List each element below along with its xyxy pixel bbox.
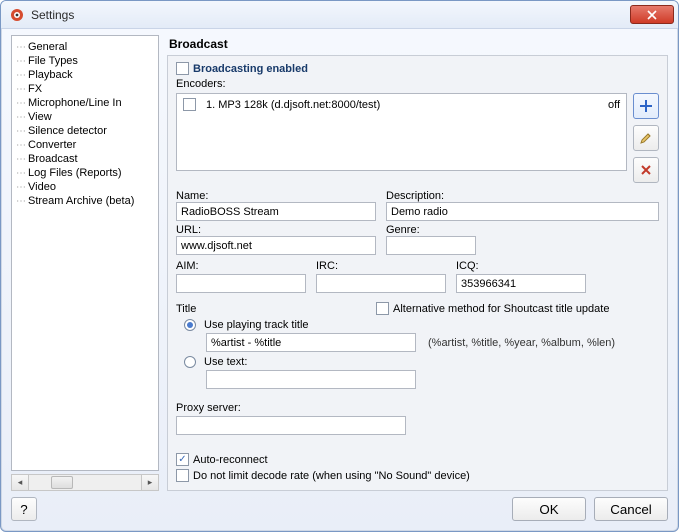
scroll-right-icon[interactable]: ▸ <box>141 475 158 490</box>
category-tree[interactable]: ⋯General ⋯File Types ⋯Playback ⋯FX ⋯Micr… <box>11 35 159 471</box>
delete-encoder-button[interactable] <box>633 157 659 183</box>
sidebar-item-label: Log Files (Reports) <box>28 167 122 179</box>
tree-leaf-icon: ⋯ <box>16 126 28 137</box>
broadcasting-enabled-label: Broadcasting enabled <box>193 63 308 75</box>
add-encoder-button[interactable] <box>633 93 659 119</box>
name-label: Name: <box>176 190 376 202</box>
irc-input[interactable] <box>316 274 446 293</box>
sidebar-item-label: Converter <box>28 139 76 151</box>
sidebar-item-label: General <box>28 41 67 53</box>
nolimit-label: Do not limit decode rate (when using "No… <box>193 470 470 482</box>
description-input[interactable] <box>386 202 659 221</box>
sidebar-item-converter[interactable]: ⋯Converter <box>14 138 156 152</box>
broadcasting-enabled-checkbox[interactable] <box>176 62 189 75</box>
app-icon <box>9 7 25 23</box>
close-button[interactable] <box>630 5 674 24</box>
content-panel: Broadcast Broadcasting enabled Encoders: <box>167 35 668 491</box>
sidebar-item-fx[interactable]: ⋯FX <box>14 82 156 96</box>
sidebar-item-label: Silence detector <box>28 125 107 137</box>
sidebar-item-playback[interactable]: ⋯Playback <box>14 68 156 82</box>
tree-leaf-icon: ⋯ <box>16 42 28 53</box>
tree-leaf-icon: ⋯ <box>16 84 28 95</box>
sidebar-item-general[interactable]: ⋯General <box>14 40 156 54</box>
sidebar-item-broadcast[interactable]: ⋯Broadcast <box>14 152 156 166</box>
use-track-label: Use playing track title <box>204 319 309 331</box>
genre-input[interactable] <box>386 236 476 255</box>
aim-input[interactable] <box>176 274 306 293</box>
use-track-radio[interactable] <box>184 319 196 331</box>
sidebar-hscroll[interactable]: ◂ ▸ <box>11 474 159 491</box>
track-pattern-hint: (%artist, %title, %year, %album, %len) <box>428 337 615 349</box>
auto-reconnect-label: Auto-reconnect <box>193 454 268 466</box>
sidebar-item-label: File Types <box>28 55 78 67</box>
tree-leaf-icon: ⋯ <box>16 182 28 193</box>
irc-label: IRC: <box>316 260 446 272</box>
help-button[interactable]: ? <box>11 497 37 521</box>
aim-label: AIM: <box>176 260 306 272</box>
auto-reconnect-checkbox[interactable] <box>176 453 189 466</box>
track-pattern-input[interactable] <box>206 333 416 352</box>
scroll-thumb[interactable] <box>51 476 73 489</box>
tree-leaf-icon: ⋯ <box>16 56 28 67</box>
nolimit-checkbox[interactable] <box>176 469 189 482</box>
encoders-list[interactable]: 1. MP3 128k (d.djsoft.net:8000/test) off <box>176 93 627 171</box>
title-heading: Title <box>176 303 376 315</box>
sidebar-item-mic-line-in[interactable]: ⋯Microphone/Line In <box>14 96 156 110</box>
tree-leaf-icon: ⋯ <box>16 112 28 123</box>
scroll-track[interactable] <box>29 475 141 490</box>
sidebar-wrap: ⋯General ⋯File Types ⋯Playback ⋯FX ⋯Micr… <box>11 35 159 491</box>
use-text-radio[interactable] <box>184 356 196 368</box>
encoder-checkbox[interactable] <box>183 98 196 111</box>
ok-button[interactable]: OK <box>512 497 586 521</box>
use-text-input[interactable] <box>206 370 416 389</box>
sidebar-item-video[interactable]: ⋯Video <box>14 180 156 194</box>
tree-leaf-icon: ⋯ <box>16 154 28 165</box>
tree-leaf-icon: ⋯ <box>16 140 28 151</box>
sidebar-item-label: Video <box>28 181 56 193</box>
dialog-body: ⋯General ⋯File Types ⋯Playback ⋯FX ⋯Micr… <box>1 29 678 531</box>
icq-input[interactable] <box>456 274 586 293</box>
broadcast-panel: Broadcasting enabled Encoders: 1. MP3 12… <box>167 55 668 491</box>
tree-leaf-icon: ⋯ <box>16 70 28 81</box>
name-input[interactable] <box>176 202 376 221</box>
sidebar-item-silence-detector[interactable]: ⋯Silence detector <box>14 124 156 138</box>
alt-method-checkbox[interactable] <box>376 302 389 315</box>
dialog-buttons: ? OK Cancel <box>11 497 668 521</box>
sidebar-item-label: Playback <box>28 69 73 81</box>
tree-leaf-icon: ⋯ <box>16 196 28 207</box>
edit-encoder-button[interactable] <box>633 125 659 151</box>
sidebar-item-log-files[interactable]: ⋯Log Files (Reports) <box>14 166 156 180</box>
sidebar-item-file-types[interactable]: ⋯File Types <box>14 54 156 68</box>
alt-method-label: Alternative method for Shoutcast title u… <box>393 303 609 315</box>
encoder-status: off <box>608 99 620 111</box>
encoder-text: 1. MP3 128k (d.djsoft.net:8000/test) <box>206 99 380 111</box>
encoders-label: Encoders: <box>176 78 659 90</box>
sidebar-item-stream-archive[interactable]: ⋯Stream Archive (beta) <box>14 194 156 208</box>
sidebar-item-view[interactable]: ⋯View <box>14 110 156 124</box>
proxy-input[interactable] <box>176 416 406 435</box>
encoder-row[interactable]: 1. MP3 128k (d.djsoft.net:8000/test) off <box>183 98 620 111</box>
tree-leaf-icon: ⋯ <box>16 98 28 109</box>
genre-label: Genre: <box>386 224 476 236</box>
sidebar-item-label: FX <box>28 83 42 95</box>
scroll-left-icon[interactable]: ◂ <box>12 475 29 490</box>
url-label: URL: <box>176 224 376 236</box>
icq-label: ICQ: <box>456 260 586 272</box>
tree-leaf-icon: ⋯ <box>16 168 28 179</box>
sidebar-item-label: Broadcast <box>28 153 78 165</box>
cancel-button[interactable]: Cancel <box>594 497 668 521</box>
description-label: Description: <box>386 190 659 202</box>
sidebar-item-label: Stream Archive (beta) <box>28 195 134 207</box>
proxy-label: Proxy server: <box>176 402 241 414</box>
window-title: Settings <box>31 8 630 22</box>
use-text-label: Use text: <box>204 356 247 368</box>
settings-window: Settings ⋯General ⋯File Types ⋯Playback … <box>0 0 679 532</box>
panel-title: Broadcast <box>169 37 668 51</box>
sidebar-item-label: View <box>28 111 52 123</box>
sidebar-item-label: Microphone/Line In <box>28 97 122 109</box>
url-input[interactable] <box>176 236 376 255</box>
titlebar: Settings <box>1 1 678 29</box>
